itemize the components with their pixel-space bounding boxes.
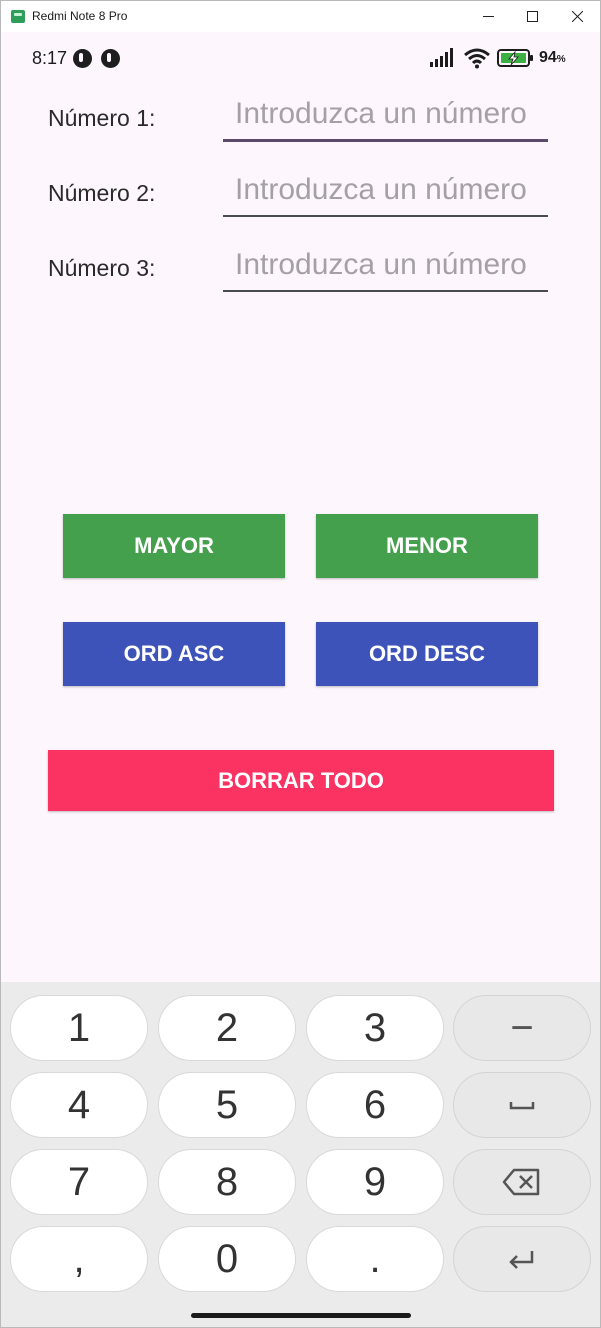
key-5[interactable]: 5 bbox=[158, 1072, 296, 1138]
key-comma[interactable]: , bbox=[10, 1226, 148, 1292]
key-enter[interactable] bbox=[453, 1226, 591, 1292]
key-6[interactable]: 6 bbox=[306, 1072, 444, 1138]
number-2-input[interactable] bbox=[223, 164, 548, 217]
key-0[interactable]: 0 bbox=[158, 1226, 296, 1292]
window-titlebar: Redmi Note 8 Pro bbox=[1, 1, 600, 32]
number-3-input[interactable] bbox=[223, 239, 548, 292]
maximize-button[interactable] bbox=[509, 1, 555, 32]
enter-icon bbox=[509, 1251, 534, 1269]
number-3-row: Número 3: bbox=[1, 239, 600, 299]
key-2[interactable]: 2 bbox=[158, 995, 296, 1061]
battery-icon bbox=[497, 49, 533, 67]
number-1-label: Número 1: bbox=[48, 105, 156, 131]
app-icon bbox=[11, 10, 25, 23]
wifi-icon bbox=[464, 48, 490, 69]
key-space[interactable] bbox=[453, 1072, 591, 1138]
ord-desc-button[interactable]: ORD DESC bbox=[316, 622, 538, 686]
borrar-todo-button[interactable]: BORRAR TODO bbox=[48, 750, 554, 811]
ord-asc-button[interactable]: ORD ASC bbox=[63, 622, 285, 686]
number-2-row: Número 2: bbox=[1, 164, 600, 224]
signal-icon bbox=[430, 48, 453, 67]
numeric-keyboard: 1 2 3 − 4 5 6 7 8 9 , 0 . bbox=[1, 982, 600, 1327]
home-indicator[interactable] bbox=[191, 1313, 411, 1318]
menor-button[interactable]: MENOR bbox=[316, 514, 538, 578]
key-backspace[interactable] bbox=[453, 1149, 591, 1215]
window-title: Redmi Note 8 Pro bbox=[32, 9, 128, 23]
number-3-label: Número 3: bbox=[48, 255, 156, 281]
backspace-icon bbox=[502, 1168, 540, 1196]
key-8[interactable]: 8 bbox=[158, 1149, 296, 1215]
key-3[interactable]: 3 bbox=[306, 995, 444, 1061]
notification-icon bbox=[73, 49, 92, 68]
maximize-icon bbox=[526, 11, 538, 22]
minimize-button[interactable] bbox=[465, 1, 511, 32]
key-minus[interactable]: − bbox=[453, 995, 591, 1061]
key-1[interactable]: 1 bbox=[10, 995, 148, 1061]
emulator-window: Redmi Note 8 Pro 8:17 94% Número 1: Intr… bbox=[0, 0, 601, 1328]
key-9[interactable]: 9 bbox=[306, 1149, 444, 1215]
key-period[interactable]: . bbox=[306, 1226, 444, 1292]
status-time: 8:17 bbox=[32, 48, 68, 68]
battery-percent: 94% bbox=[539, 49, 566, 66]
number-1-input[interactable] bbox=[223, 89, 548, 142]
space-icon bbox=[509, 1102, 535, 1110]
status-bar: 8:17 94% bbox=[1, 32, 600, 84]
mayor-button[interactable]: MAYOR bbox=[63, 514, 285, 578]
minimize-icon bbox=[482, 16, 494, 17]
number-1-row: Número 1: bbox=[1, 89, 600, 149]
key-4[interactable]: 4 bbox=[10, 1072, 148, 1138]
close-button[interactable] bbox=[554, 1, 600, 32]
notification-icon bbox=[101, 49, 120, 68]
number-2-label: Número 2: bbox=[48, 180, 156, 206]
key-7[interactable]: 7 bbox=[10, 1149, 148, 1215]
close-icon bbox=[571, 11, 583, 22]
